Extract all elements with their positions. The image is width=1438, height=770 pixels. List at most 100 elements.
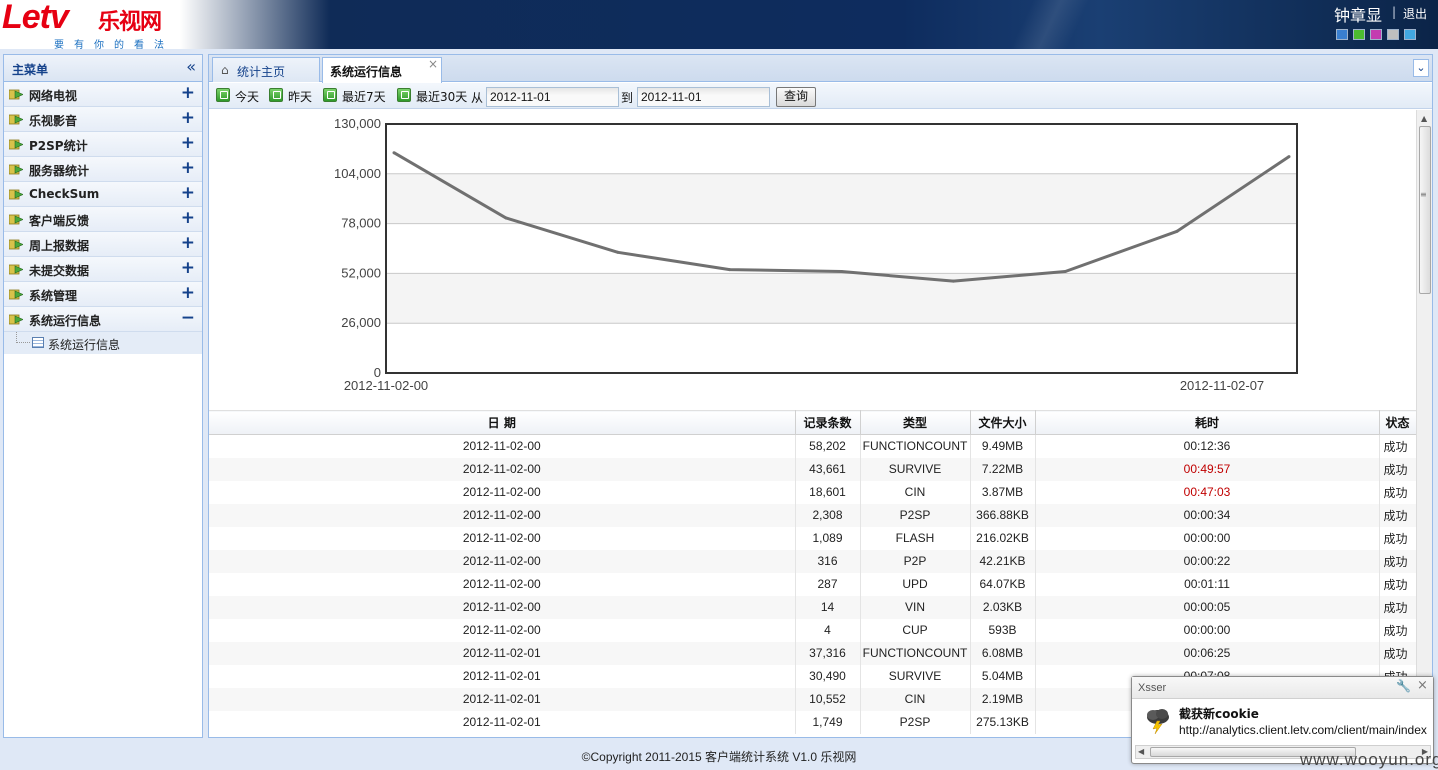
- sidebar-item[interactable]: 系统运行信息 −: [4, 307, 202, 332]
- folder-arrow-icon: [9, 214, 23, 225]
- cell-time: 00:49:57: [1035, 457, 1380, 481]
- table-row[interactable]: 2012-11-02-00 316 P2P 42.21KB 00:00:22 成功: [209, 549, 1416, 573]
- expand-toggle-icon[interactable]: +: [181, 258, 195, 278]
- sidebar-item[interactable]: P2SP统计 +: [4, 132, 202, 157]
- scroll-up-arrow-icon[interactable]: ▲: [1421, 114, 1427, 123]
- cell-size: 3.87MB: [970, 480, 1036, 504]
- cell-count: 18,601: [795, 480, 861, 504]
- last-30-days-button[interactable]: 最近30天: [397, 87, 471, 105]
- cell-type: CIN: [860, 480, 971, 504]
- from-date-input[interactable]: [486, 87, 619, 107]
- notification-header: Xsser 🔧 ×: [1132, 677, 1433, 699]
- table-row[interactable]: 2012-11-02-00 43,661 SURVIVE 7.22MB 00:49:57…: [209, 457, 1416, 481]
- x-tick-label: 2012-11-02-07: [1180, 378, 1264, 393]
- theme-swatch[interactable]: [1370, 29, 1382, 40]
- column-header[interactable]: 记录条数: [795, 410, 861, 435]
- report-content: 0 26,000 52,000 78,000 104,000 130,000 2012-11…: [209, 110, 1416, 737]
- table-row[interactable]: 2012-11-02-01 37,316 FUNCTIONCOUNT 6.08MB 00…: [209, 641, 1416, 665]
- expand-toggle-icon[interactable]: +: [181, 108, 195, 128]
- cell-size: 5.04MB: [970, 664, 1036, 688]
- table-row[interactable]: 2012-11-02-00 4 CUP 593B 00:00:00 成功: [209, 618, 1416, 642]
- expand-toggle-icon[interactable]: +: [181, 233, 195, 253]
- cell-type: SURVIVE: [860, 457, 971, 481]
- cell-type: CIN: [860, 687, 971, 711]
- home-icon: ⌂: [221, 63, 229, 77]
- cell-type: P2P: [860, 549, 971, 573]
- sidebar-item[interactable]: 系统管理 +: [4, 282, 202, 307]
- y-tick-label: 78,000: [341, 216, 381, 231]
- sidebar-item-label: 系统管理: [29, 289, 78, 303]
- sidebar-item[interactable]: 网络电视 +: [4, 82, 202, 107]
- table-row[interactable]: 2012-11-02-00 14 VIN 2.03KB 00:00:05 成功: [209, 595, 1416, 619]
- cell-size: 2.03KB: [970, 595, 1036, 619]
- cell-date: 2012-11-02-01: [209, 687, 796, 711]
- today-button[interactable]: 今天: [216, 87, 266, 105]
- double-chevron-left-icon[interactable]: «: [186, 58, 196, 76]
- expand-toggle-icon[interactable]: +: [181, 158, 195, 178]
- watermark: www.wooyun.org: [1300, 750, 1438, 769]
- sidebar-item[interactable]: 服务器统计 +: [4, 157, 202, 182]
- cell-status: 成功: [1379, 526, 1416, 550]
- to-date-input[interactable]: [637, 87, 770, 107]
- theme-swatch[interactable]: [1387, 29, 1399, 40]
- cell-count: 30,490: [795, 664, 861, 688]
- sidebar-item[interactable]: 客户端反馈 +: [4, 207, 202, 232]
- expand-toggle-icon[interactable]: +: [181, 183, 195, 203]
- cell-type: SURVIVE: [860, 664, 971, 688]
- sidebar-item[interactable]: CheckSum +: [4, 182, 202, 207]
- wrench-icon[interactable]: 🔧: [1396, 679, 1411, 693]
- cell-size: 7.22MB: [970, 457, 1036, 481]
- chart-band: [386, 173, 1297, 224]
- expand-toggle-icon[interactable]: +: [181, 283, 195, 303]
- cell-date: 2012-11-02-00: [209, 457, 796, 481]
- expand-toggle-icon[interactable]: +: [181, 133, 195, 153]
- vertical-scrollbar[interactable]: ▲ ≡: [1416, 110, 1432, 737]
- table-icon: [32, 337, 44, 348]
- chart-point: [1287, 155, 1291, 159]
- expand-toggle-icon[interactable]: +: [181, 83, 195, 103]
- cell-count: 58,202: [795, 434, 861, 458]
- cell-date: 2012-11-02-00: [209, 595, 796, 619]
- notification-heading: 截获新cookie: [1179, 707, 1259, 721]
- sidebar-item[interactable]: 未提交数据 +: [4, 257, 202, 282]
- cell-date: 2012-11-02-01: [209, 664, 796, 688]
- cell-count: 43,661: [795, 457, 861, 481]
- scroll-left-arrow-icon[interactable]: ◀: [1138, 747, 1144, 756]
- cell-status: 成功: [1379, 480, 1416, 504]
- scrollbar-thumb[interactable]: [1419, 126, 1431, 294]
- logout-link[interactable]: 退出: [1403, 5, 1427, 22]
- column-header[interactable]: 文件大小: [970, 410, 1036, 435]
- theme-swatch[interactable]: [1404, 29, 1416, 40]
- close-icon[interactable]: ×: [428, 57, 438, 71]
- table-row[interactable]: 2012-11-02-00 18,601 CIN 3.87MB 00:47:03 成功: [209, 480, 1416, 504]
- sidebar-item[interactable]: 周上报数据 +: [4, 232, 202, 257]
- tab-system-info[interactable]: 系统运行信息 ×: [322, 57, 442, 83]
- table-row[interactable]: 2012-11-02-00 287 UPD 64.07KB 00:01:11 成功: [209, 572, 1416, 596]
- sidebar-subitem[interactable]: 系统运行信息: [4, 332, 202, 354]
- tab-home[interactable]: ⌂ 统计主页: [212, 57, 320, 82]
- column-header[interactable]: 状态: [1379, 410, 1416, 435]
- sidebar-item[interactable]: 乐视影音 +: [4, 107, 202, 132]
- sidebar-item-label: 周上报数据: [29, 239, 90, 253]
- cell-time: 00:00:00: [1035, 618, 1380, 642]
- expand-toggle-icon[interactable]: −: [181, 308, 195, 328]
- column-header[interactable]: 耗时: [1035, 410, 1380, 435]
- theme-swatch[interactable]: [1336, 29, 1348, 40]
- table-row[interactable]: 2012-11-02-00 2,308 P2SP 366.88KB 00:00:34 成功: [209, 503, 1416, 527]
- letv-logo: Letv 乐视网 要有你的看法: [2, 0, 178, 51]
- expand-toggle-icon[interactable]: +: [181, 208, 195, 228]
- last-7-days-button[interactable]: 最近7天: [323, 87, 389, 105]
- yesterday-button[interactable]: 昨天: [269, 87, 319, 105]
- tab-home-label: 统计主页: [237, 65, 286, 79]
- cell-status: 成功: [1379, 457, 1416, 481]
- logo-text: Letv: [2, 0, 69, 36]
- theme-swatch[interactable]: [1353, 29, 1365, 40]
- close-icon[interactable]: ×: [1417, 678, 1428, 693]
- cell-size: 593B: [970, 618, 1036, 642]
- table-row[interactable]: 2012-11-02-00 58,202 FUNCTIONCOUNT 9.49MB 00…: [209, 434, 1416, 458]
- column-header[interactable]: 类型: [860, 410, 971, 435]
- column-header[interactable]: 日 期: [209, 410, 796, 435]
- table-row[interactable]: 2012-11-02-00 1,089 FLASH 216.02KB 00:00:00 成…: [209, 526, 1416, 550]
- query-button[interactable]: 查询: [776, 87, 816, 107]
- double-chevron-down-icon[interactable]: ⌄: [1413, 59, 1429, 77]
